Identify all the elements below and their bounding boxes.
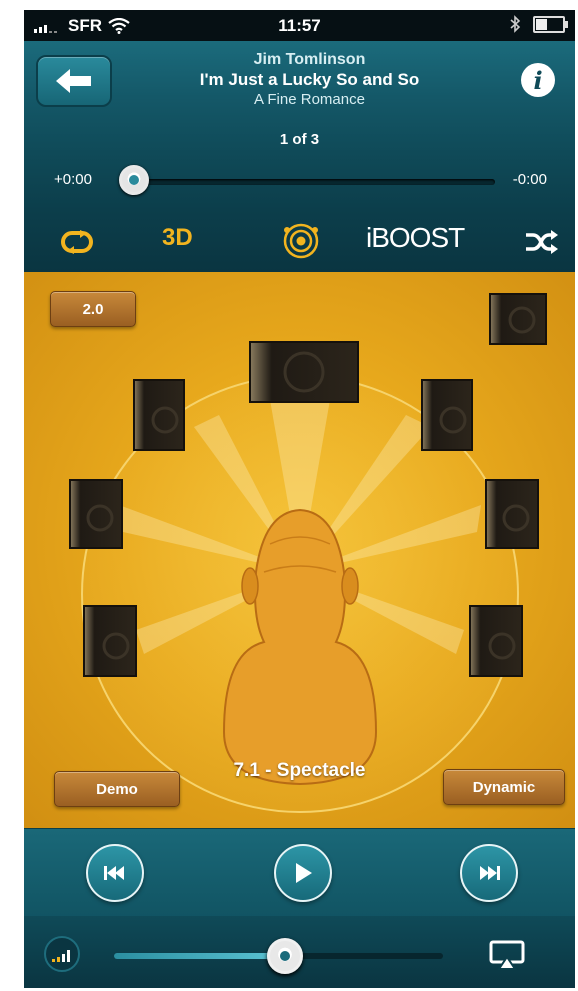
play-icon bbox=[296, 863, 312, 883]
airplay-icon[interactable] bbox=[489, 940, 525, 970]
speaker-side-left[interactable] bbox=[69, 479, 123, 549]
previous-track-icon bbox=[104, 866, 124, 880]
demo-button[interactable]: Demo bbox=[54, 771, 180, 807]
elapsed-time: +0:00 bbox=[54, 171, 92, 188]
surround-icon[interactable] bbox=[282, 222, 320, 260]
volume-row bbox=[24, 916, 575, 988]
album-name: A Fine Romance bbox=[254, 91, 365, 108]
status-bar: SFR 11:57 bbox=[24, 10, 575, 41]
remaining-time: -0:00 bbox=[512, 171, 547, 188]
volume-button[interactable] bbox=[44, 936, 80, 972]
status-time: 11:57 bbox=[278, 16, 321, 35]
next-track-icon bbox=[480, 866, 500, 880]
info-button[interactable]: i bbox=[521, 63, 555, 97]
surround-stage[interactable]: 2.0 7.1 - Spectacle Demo Dynamic bbox=[24, 272, 575, 828]
status-right bbox=[509, 15, 568, 33]
speaker-front-left[interactable] bbox=[133, 379, 185, 451]
back-button[interactable] bbox=[36, 55, 112, 107]
surround-visual bbox=[69, 293, 547, 813]
speaker-rear-right[interactable] bbox=[469, 605, 523, 677]
battery-icon bbox=[533, 15, 568, 33]
volume-icon bbox=[52, 950, 70, 962]
speaker-side-right[interactable] bbox=[485, 479, 539, 549]
track-counter: 1 of 3 bbox=[279, 131, 320, 148]
bluetooth-icon bbox=[510, 15, 521, 33]
song-title: I'm Just a Lucky So and So bbox=[199, 70, 420, 89]
progress-slider[interactable] bbox=[134, 179, 495, 185]
app-screen: SFR 11:57 Jim Tomlinson I'm Just a Lucky… bbox=[24, 10, 575, 988]
track-info: Jim Tomlinson I'm Just a Lucky So and So… bbox=[114, 51, 505, 108]
previous-button[interactable] bbox=[86, 844, 144, 902]
now-playing-header: Jim Tomlinson I'm Just a Lucky So and So… bbox=[24, 41, 575, 153]
info-icon: i bbox=[533, 65, 543, 95]
speaker-rear-left[interactable] bbox=[83, 605, 137, 677]
3d-button[interactable]: 3D bbox=[162, 224, 193, 252]
effects-toolbar: 3D iBOOST bbox=[24, 210, 575, 273]
dynamic-button[interactable]: Dynamic bbox=[443, 769, 565, 805]
speaker-center[interactable] bbox=[249, 341, 359, 403]
play-button[interactable] bbox=[274, 844, 332, 902]
next-button[interactable] bbox=[460, 844, 518, 902]
progress-row: +0:00 -0:00 bbox=[24, 153, 575, 210]
transport-controls bbox=[24, 828, 575, 917]
speaker-front-right[interactable] bbox=[421, 379, 473, 451]
artist-name: Jim Tomlinson bbox=[253, 51, 366, 68]
back-arrow-icon bbox=[56, 69, 91, 93]
speaker-config-button[interactable]: 2.0 bbox=[50, 291, 136, 327]
repeat-icon[interactable] bbox=[60, 230, 94, 254]
progress-knob[interactable] bbox=[119, 165, 149, 195]
speaker-subwoofer[interactable] bbox=[489, 293, 547, 345]
iboost-button[interactable]: iBOOST bbox=[366, 222, 465, 254]
volume-fill bbox=[114, 953, 286, 959]
shuffle-icon[interactable] bbox=[524, 230, 558, 254]
volume-knob[interactable] bbox=[267, 938, 304, 974]
